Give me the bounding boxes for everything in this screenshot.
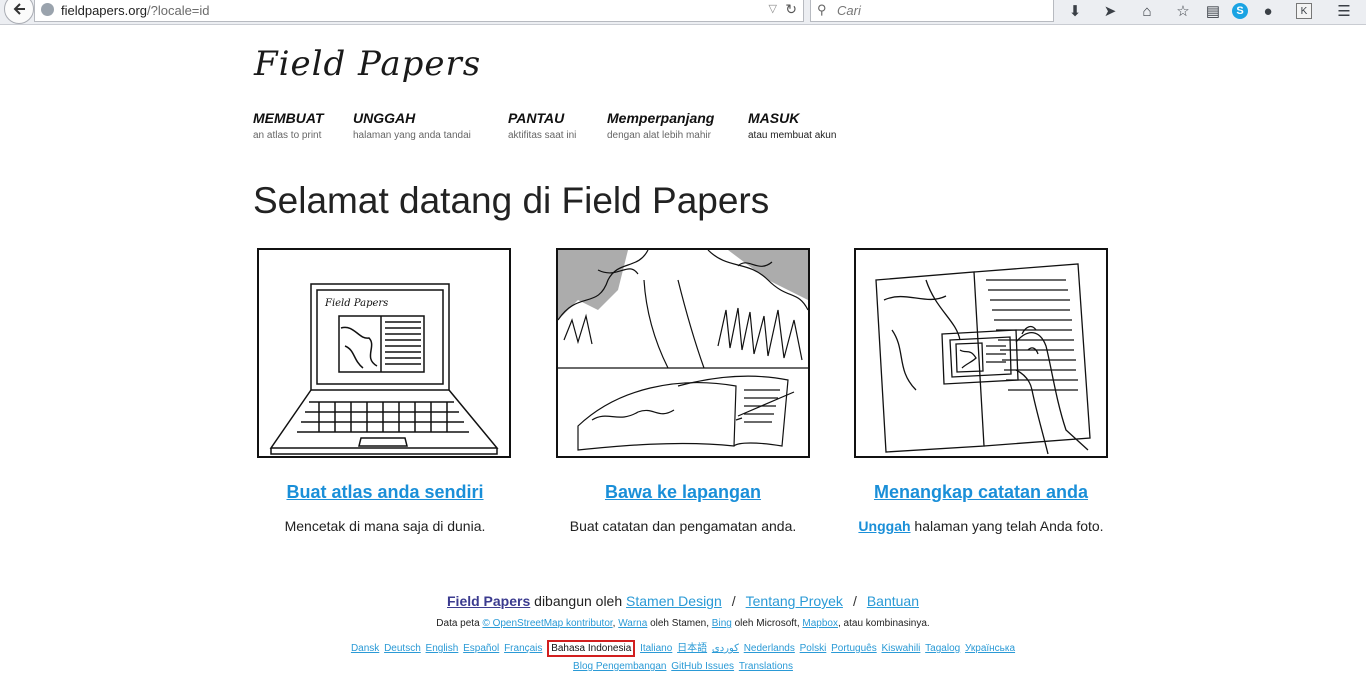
about-project-link[interactable]: Tentang Proyek: [746, 593, 843, 609]
nav-membuat[interactable]: MEMBUAT an atlas to print: [253, 110, 324, 141]
k-extension-icon[interactable]: K: [1296, 3, 1312, 19]
url-host: fieldpapers.org: [61, 3, 147, 18]
nav-subtitle: dengan alat lebih mahir: [607, 130, 711, 141]
language-link-kiswahili[interactable]: Kiswahili: [881, 643, 920, 654]
card-link-bawa-lapangan[interactable]: Bawa ke lapangan: [563, 482, 803, 503]
help-link[interactable]: Bantuan: [867, 593, 919, 609]
reading-list-icon[interactable]: ▤: [1203, 1, 1223, 21]
laptop-illustration: Field Papers: [257, 248, 511, 458]
laptop-drawing: Field Papers: [269, 283, 499, 455]
nav-unggah[interactable]: UNGGAH halaman yang anda tandai: [353, 110, 471, 141]
nav-pantau[interactable]: PANTAU aktifitas saat ini: [508, 110, 576, 141]
language-link-polski[interactable]: Polski: [800, 643, 827, 654]
footer-credits: Field Papers dibangun oleh Stamen Design…: [0, 593, 1366, 609]
language-link-tagalog[interactable]: Tagalog: [925, 643, 960, 654]
skype-icon[interactable]: S: [1232, 3, 1248, 19]
search-bar[interactable]: ⚲ Cari: [810, 0, 1054, 22]
nav-title: MASUK: [748, 110, 800, 126]
nav-title: PANTAU: [508, 110, 565, 126]
stamen-design-link[interactable]: Stamen Design: [626, 593, 722, 609]
capture-illustration: [854, 248, 1108, 458]
nav-subtitle: an atlas to print: [253, 130, 322, 141]
language-current-bahasa-indonesia[interactable]: Bahasa Indonesia: [547, 640, 636, 657]
search-icon: ⚲: [817, 2, 827, 17]
card-description: Mencetak di mana saja di dunia.: [284, 518, 486, 534]
language-link-kurdish[interactable]: کوردی: [712, 643, 739, 654]
language-link-dansk[interactable]: Dansk: [351, 643, 379, 654]
card-description: Unggah halaman yang telah Anda foto.: [851, 518, 1111, 534]
unggah-link[interactable]: Unggah: [858, 518, 910, 534]
by-microsoft-text: oleh Microsoft,: [731, 618, 803, 629]
home-icon[interactable]: ⌂: [1137, 1, 1157, 21]
reload-icon[interactable]: ↻: [785, 1, 797, 18]
nav-subtitle: halaman yang anda tandai: [353, 130, 471, 141]
url-text: fieldpapers.org/?locale=id: [61, 3, 210, 18]
map-data-label: Data peta: [436, 618, 483, 629]
chat-icon[interactable]: ●: [1258, 1, 1278, 21]
url-path: /?locale=id: [147, 3, 210, 18]
nav-title: MEMBUAT: [253, 110, 324, 126]
download-icon[interactable]: ⬇: [1065, 1, 1085, 21]
capture-drawing: [875, 263, 1091, 455]
footer-bottom-links: Blog Pengembangan GitHub Issues Translat…: [0, 661, 1366, 672]
dropdown-arrow-icon[interactable]: ▽: [769, 2, 777, 15]
send-icon[interactable]: ➤: [1100, 1, 1120, 21]
site-logo[interactable]: Field Papers: [254, 44, 481, 84]
footer-separator: /: [731, 593, 736, 609]
footer-separator: /: [852, 593, 857, 609]
back-button[interactable]: [4, 0, 34, 24]
warna-link[interactable]: Warna: [618, 618, 647, 629]
nav-masuk[interactable]: MASUK atau membuat akun: [748, 110, 836, 141]
dev-blog-link[interactable]: Blog Pengembangan: [573, 661, 666, 672]
language-list: Dansk Deutsch English Español Français B…: [0, 639, 1366, 657]
language-link-ukrainian[interactable]: Українська: [965, 643, 1015, 654]
card-description: Buat catatan dan pengamatan anda.: [569, 518, 797, 534]
footer-brand-link[interactable]: Field Papers: [447, 593, 530, 609]
globe-icon: [41, 3, 54, 16]
osm-link[interactable]: © OpenStreetMap kontributor: [482, 618, 612, 629]
bookmark-star-icon[interactable]: ☆: [1173, 1, 1193, 21]
card-link-menangkap-catatan[interactable]: Menangkap catatan anda: [851, 482, 1111, 503]
language-link-nederlands[interactable]: Nederlands: [744, 643, 795, 654]
bing-link[interactable]: Bing: [712, 618, 732, 629]
illustration-logo-text: Field Papers: [324, 298, 388, 309]
search-placeholder: Cari: [837, 3, 861, 18]
field-illustration: [556, 248, 810, 458]
nav-subtitle: atau membuat akun: [748, 130, 837, 141]
translations-link[interactable]: Translations: [739, 661, 793, 672]
mapbox-link[interactable]: Mapbox: [802, 618, 838, 629]
language-link-espanol[interactable]: Español: [463, 643, 499, 654]
field-drawing: [558, 250, 808, 451]
menu-icon[interactable]: ☰: [1334, 1, 1354, 21]
language-link-english[interactable]: English: [426, 643, 459, 654]
card-link-buat-atlas[interactable]: Buat atlas anda sendiri: [265, 482, 505, 503]
language-link-italiano[interactable]: Italiano: [640, 643, 672, 654]
nav-title: Memperpanjang: [607, 110, 715, 126]
url-bar[interactable]: fieldpapers.org/?locale=id ▽ ↻: [34, 0, 804, 22]
nav-title: UNGGAH: [353, 110, 416, 126]
browser-toolbar: fieldpapers.org/?locale=id ▽ ↻ ⚲ Cari ⬇ …: [0, 0, 1366, 25]
github-issues-link[interactable]: GitHub Issues: [671, 661, 734, 672]
page-title: Selamat datang di Field Papers: [253, 180, 770, 221]
by-stamen-text: oleh Stamen,: [647, 618, 712, 629]
language-link-deutsch[interactable]: Deutsch: [384, 643, 421, 654]
nav-subtitle: aktifitas saat ini: [508, 130, 577, 141]
nav-memperpanjang[interactable]: Memperpanjang dengan alat lebih mahir: [607, 110, 714, 141]
back-arrow-icon: [13, 3, 25, 15]
language-link-portugues[interactable]: Português: [831, 643, 877, 654]
combo-text: , atau kombinasinya.: [837, 618, 930, 629]
footer-map-data: Data peta © OpenStreetMap kontributor, W…: [0, 618, 1366, 629]
language-link-japanese[interactable]: 日本語: [677, 643, 707, 654]
language-link-francais[interactable]: Français: [504, 643, 542, 654]
card-description-text: halaman yang telah Anda foto.: [910, 518, 1104, 534]
footer-built-by: dibangun oleh: [530, 593, 627, 609]
